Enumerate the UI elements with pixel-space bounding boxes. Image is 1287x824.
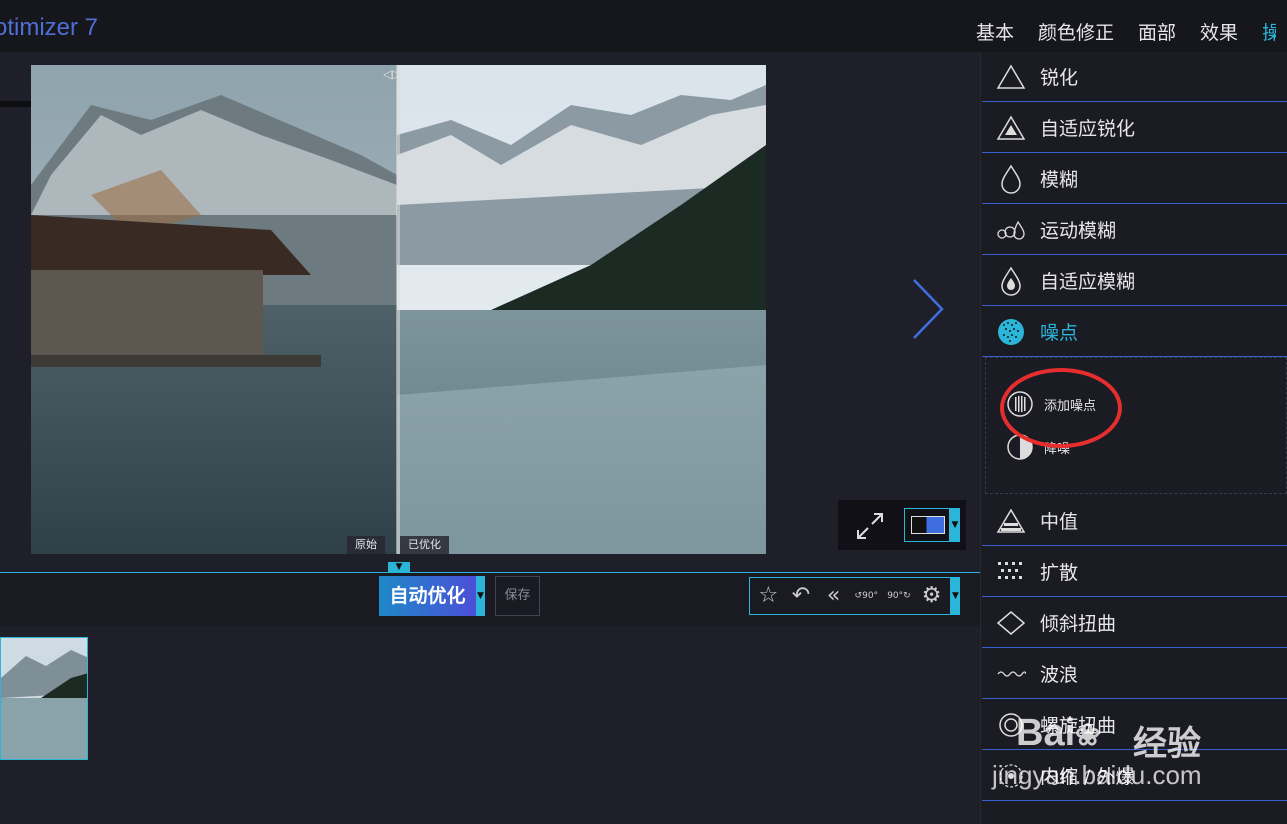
tab-face[interactable]: 面部 <box>1138 18 1176 45</box>
rotate-left-90-icon[interactable]: ↺90° <box>851 581 881 611</box>
effect-adaptive-blur[interactable]: 自适应模糊 <box>982 256 1287 306</box>
effect-sharpen[interactable]: 锐化 <box>982 52 1287 102</box>
auto-optimize-button[interactable]: 自动优化 <box>379 576 476 616</box>
tab-color-correction[interactable]: 颜色修正 <box>1038 18 1114 45</box>
edit-toolbar: ☆ ↶ « ↺90° 90°↻ ⚙ <box>749 577 951 615</box>
split-view-icon <box>911 516 945 534</box>
wave-icon <box>997 670 1026 677</box>
app-title: otimizer 7 <box>0 14 99 41</box>
effect-noise[interactable]: 噪点 <box>982 307 1287 357</box>
watermark-brand-text: Bai <box>1016 712 1076 754</box>
rotate-left-label: 90° <box>862 591 879 601</box>
adaptive-blur-icon <box>1001 266 1021 296</box>
main-tabs: 基本 颜色修正 面部 效果 操 <box>976 18 1276 45</box>
effect-label: 中值 <box>1040 511 1079 533</box>
noise-icon <box>998 318 1024 345</box>
skew-icon <box>996 610 1026 635</box>
filmstrip <box>0 626 980 824</box>
effect-label: 噪点 <box>1040 322 1079 344</box>
effect-label: 运动模糊 <box>1040 220 1117 242</box>
next-image-arrow-icon[interactable] <box>910 278 946 340</box>
tab-operations[interactable]: 操 <box>1262 18 1276 45</box>
median-icon <box>996 508 1026 533</box>
effect-median[interactable]: 中值 <box>982 496 1287 546</box>
image-thumbnail[interactable] <box>0 637 88 760</box>
compare-mode-button[interactable] <box>904 508 950 542</box>
annotation-highlight-circle <box>1000 368 1122 448</box>
undo-all-icon[interactable]: « <box>819 581 849 611</box>
compare-split-line[interactable] <box>396 65 400 554</box>
fullscreen-icon[interactable] <box>854 510 886 542</box>
effect-label: 倾斜扭曲 <box>1040 613 1117 635</box>
optimized-label: 已优化 <box>400 536 449 554</box>
watermark-brand: Bai❀ <box>1016 712 1100 755</box>
motion-blur-icon <box>997 220 1025 240</box>
auto-optimize-dropdown-icon[interactable]: ▼ <box>476 576 485 616</box>
watermark-url: jingyan.baidu.com <box>992 760 1202 790</box>
paw-logo-icon: ❀ <box>1075 719 1101 752</box>
watermark-brand-cn: 经验 <box>1133 724 1201 764</box>
effect-label: 自适应模糊 <box>1040 271 1136 293</box>
diffuse-icon <box>998 561 1022 579</box>
blur-drop-icon <box>1001 164 1021 194</box>
effect-label: 扩散 <box>1040 562 1079 584</box>
favorites-star-icon[interactable]: ☆ <box>753 581 783 611</box>
adaptive-sharpen-icon <box>996 115 1026 140</box>
view-tools: ▼ <box>838 500 966 550</box>
effect-skew[interactable]: 倾斜扭曲 <box>982 598 1287 648</box>
tab-effects[interactable]: 效果 <box>1200 18 1238 45</box>
effect-motion-blur[interactable]: 运动模糊 <box>982 205 1287 255</box>
effect-label: 波浪 <box>1040 664 1079 686</box>
top-bar: otimizer 7 基本 颜色修正 面部 效果 操 <box>0 0 1287 52</box>
undo-icon[interactable]: ↶ <box>786 581 816 611</box>
compare-mode-dropdown-icon[interactable]: ▼ <box>950 508 960 542</box>
effect-diffuse[interactable]: 扩散 <box>982 547 1287 597</box>
effect-label: 模糊 <box>1040 169 1079 191</box>
split-drag-handle-icon[interactable]: ◁▷ <box>383 67 413 81</box>
original-label: 原始 <box>347 536 385 554</box>
effect-label: 锐化 <box>1040 67 1079 89</box>
rotate-right-label: 90° <box>887 591 904 601</box>
tab-basic[interactable]: 基本 <box>976 18 1014 45</box>
effect-adaptive-sharpen[interactable]: 自适应锐化 <box>982 103 1287 153</box>
rotate-right-90-icon[interactable]: 90°↻ <box>884 581 914 611</box>
collapse-chevron-icon[interactable]: ▼ <box>388 562 410 572</box>
settings-gear-icon[interactable]: ⚙ <box>917 581 947 611</box>
toolbar-dropdown-icon[interactable]: ▼ <box>951 577 960 615</box>
effect-wave[interactable]: 波浪 <box>982 649 1287 699</box>
effect-label: 自适应锐化 <box>1040 118 1136 140</box>
effect-blur[interactable]: 模糊 <box>982 154 1287 204</box>
thumbnail-preview <box>1 638 87 759</box>
save-button[interactable]: 保存 <box>495 576 540 616</box>
sharpen-triangle-icon <box>996 64 1026 89</box>
